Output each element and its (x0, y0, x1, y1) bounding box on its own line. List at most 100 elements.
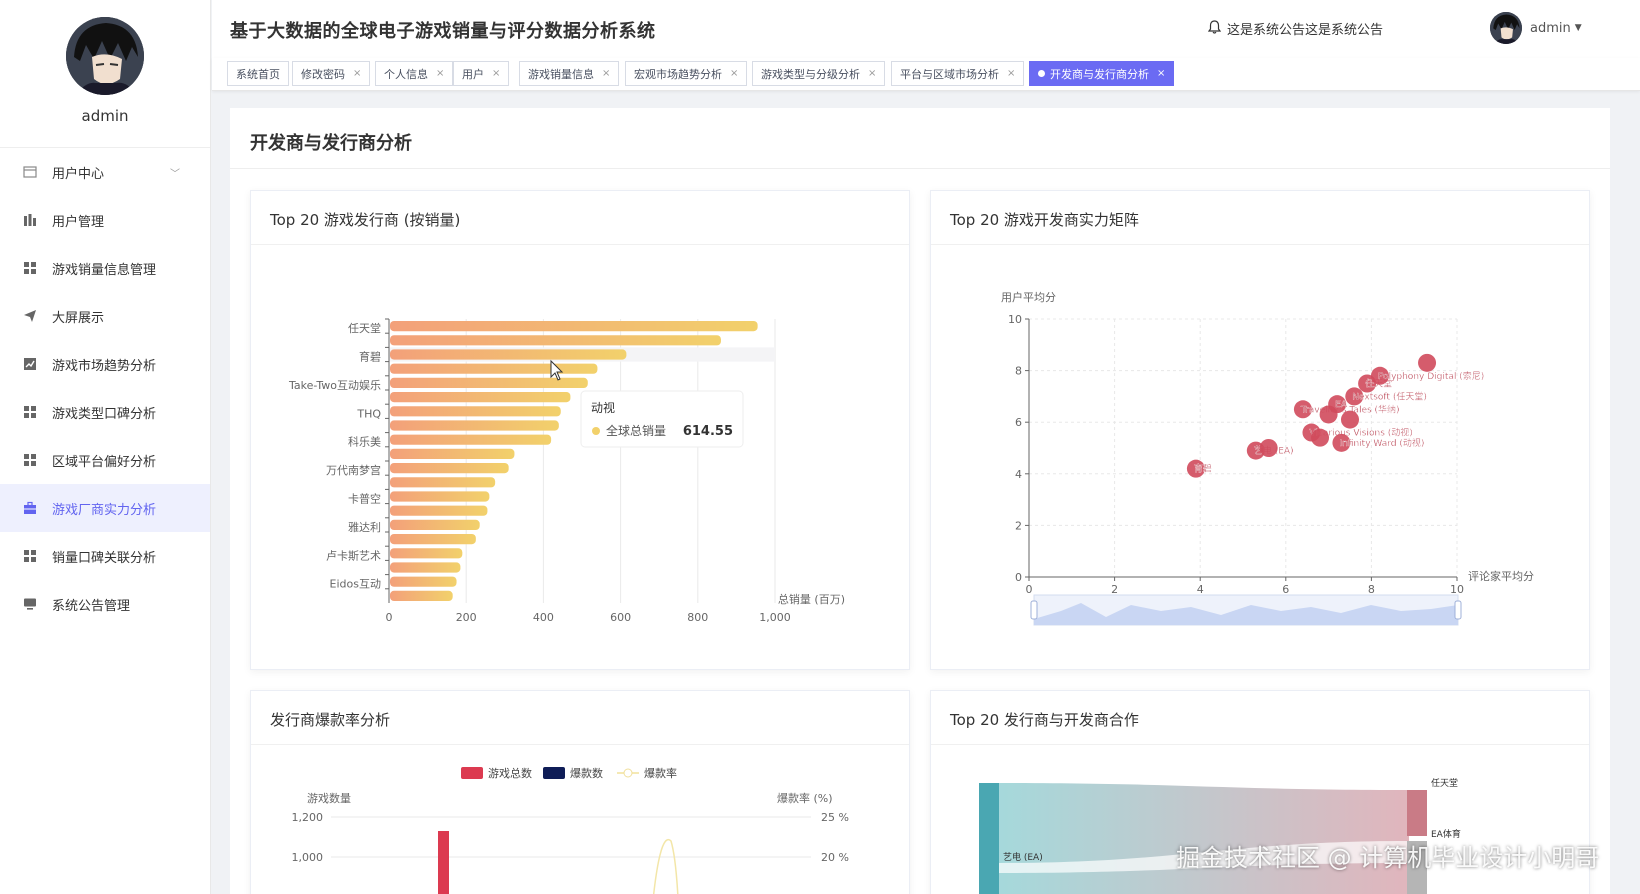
tab-label: 游戏销量信息 (528, 67, 594, 81)
sidebar-item-5[interactable]: 游戏类型口碑分析 (0, 388, 210, 436)
sidebar-item-9[interactable]: 系统公告管理 (0, 580, 210, 628)
y2-axis-label: 爆款率 (%) (777, 791, 833, 805)
tab-4[interactable]: 游戏销量信息 × (519, 61, 620, 86)
sidebar-item-label: 系统公告管理 (52, 598, 131, 614)
profile-panel: admin (0, 0, 210, 148)
x-tick-label: 4 (1197, 583, 1204, 596)
y-tick-label: 1,200 (292, 811, 324, 824)
bar (390, 505, 488, 516)
scatter-point (1341, 410, 1359, 429)
line-series (652, 838, 679, 894)
user-menu[interactable]: admin ▼ (1490, 12, 1582, 44)
point-label: Nextsoft (任天堂) (1352, 390, 1427, 402)
sidebar-item-label: 销量口碑关联分析 (52, 550, 157, 566)
bar (390, 463, 509, 474)
system-title: 基于大数据的全球电子游戏销量与评分数据分析系统 (230, 21, 656, 42)
tab-7[interactable]: 平台与区域市场分析 × (891, 61, 1025, 86)
tooltip-marker (592, 427, 600, 435)
bar (438, 831, 449, 894)
top-header: 基于大数据的全球电子游戏销量与评分数据分析系统 这是系统公告这是系统公告 adm… (212, 0, 1640, 58)
x-tick-label: 6 (1282, 583, 1289, 596)
node-label: 任天堂 (1431, 777, 1458, 789)
tooltip-value: 614.55 (683, 424, 733, 439)
publisher-bar-chart[interactable]: 0 200 400 600 800 1,000 任天堂育碧 Take-Two互动娱乐 THQ 科乐… (251, 191, 911, 671)
developer-matrix-card: Top 20 游戏开发商实力矩阵 0 2 4 6 8 10 0 2 4 6 8 10 用户平均分 评论家平… (930, 190, 1590, 670)
close-icon[interactable]: × (868, 68, 876, 79)
sankey-node (979, 783, 999, 894)
close-icon[interactable]: × (1157, 68, 1165, 79)
y-tick-label: Take-Two互动娱乐 (288, 378, 381, 392)
close-icon[interactable]: × (436, 68, 444, 79)
bar (390, 534, 476, 545)
bar (390, 349, 627, 360)
bar (390, 576, 457, 587)
x-tick-label: 400 (533, 611, 554, 624)
header-username: admin (1530, 20, 1571, 36)
chart-bars-icon (22, 212, 38, 228)
zoom-handle-left (1030, 600, 1038, 620)
point-label: Infinity Ward (动视) (1339, 437, 1424, 449)
main-content: 开发商与发行商分析 Top 20 游戏发行商 (按销量) 0 200 400 600 8… (230, 108, 1610, 894)
tab-1[interactable]: 修改密码 × (292, 61, 371, 86)
close-icon[interactable]: × (492, 68, 500, 79)
sidebar-item-4[interactable]: 游戏市场趋势分析 (0, 340, 210, 388)
scatter-point (1319, 405, 1338, 424)
tab-6[interactable]: 游戏类型与分级分析 × (752, 61, 886, 86)
tab-3[interactable]: 用户 × (453, 61, 510, 86)
grid-icon (22, 260, 38, 276)
x-tick-label: 0 (386, 611, 393, 624)
tab-label: 平台与区域市场分析 (900, 67, 999, 81)
sidebar-item-2[interactable]: 游戏销量信息管理 (0, 244, 210, 292)
tab-0[interactable]: 系统首页 (227, 61, 289, 86)
bar (390, 477, 496, 488)
sidebar-item-label: 游戏厂商实力分析 (52, 502, 157, 518)
sidebar-username: admin (81, 107, 129, 125)
chevron-down-icon[interactable]: ﹀ (170, 165, 180, 180)
close-icon[interactable]: × (602, 68, 610, 79)
scatter-point (1259, 439, 1278, 457)
sidebar-item-8[interactable]: 销量口碑关联分析 (0, 532, 210, 580)
sidebar-menu: 用户中心 ﹀ 用户管理游戏销量信息管理 大屏展示 游戏市场趋势分析 游戏类型口碑分析 区域平… (0, 148, 210, 628)
y-tick-label: 科乐美 (348, 435, 381, 449)
x-tick-label: 1,000 (759, 611, 791, 624)
sidebar-item-label: 用户管理 (52, 214, 105, 230)
legend-swatch (461, 767, 483, 779)
sidebar-item-6[interactable]: 区域平台偏好分析 (0, 436, 210, 484)
tab-2[interactable]: 个人信息 × (375, 61, 454, 86)
point-label: 育碧 (1194, 463, 1212, 475)
bar (390, 392, 571, 403)
y-axis-label: 用户平均分 (1001, 290, 1056, 304)
tab-label: 个人信息 (384, 67, 428, 81)
sidebar-item-7[interactable]: 游戏厂商实力分析 (0, 484, 210, 532)
x-tick-label: 2 (1111, 583, 1118, 596)
tab-bar: 系统首页 修改密码 × 个人信息 × 用户 × 游戏销量信息 × 宏观市场趋势分析 × 游戏类型与分级… (212, 58, 1640, 91)
x-axis-label: 评论家平均分 (1468, 569, 1534, 583)
tab-label: 宏观市场趋势分析 (634, 67, 722, 81)
x-tick-label: 600 (610, 611, 631, 624)
hit-rate-chart[interactable]: 游戏总数 爆款数 爆款率游戏数量 爆款率 (%) 1,200 25 % 1,000 20 % (251, 691, 911, 894)
system-notice[interactable]: 这是系统公告这是系统公告 (1207, 19, 1384, 38)
developer-scatter-chart[interactable]: 02468100246810用户平均分评论家平均分育碧艺电 (EA)Vicari… (931, 191, 1591, 671)
bar (390, 491, 490, 502)
close-icon[interactable]: × (1007, 68, 1015, 79)
publisher-sales-card: Top 20 游戏发行商 (按销量) 0 200 400 600 800 1,000 任天堂… (250, 190, 910, 670)
y2-tick-label: 25 % (821, 811, 849, 824)
close-icon[interactable]: × (730, 68, 738, 79)
avatar-small (1490, 12, 1522, 44)
sankey-node (1407, 790, 1427, 836)
sidebar-group-user-center[interactable]: 用户中心 ﹀ (0, 148, 210, 196)
legend-swatch (543, 767, 565, 779)
sidebar-item-3[interactable]: 大屏展示 (0, 292, 210, 340)
close-icon[interactable]: × (353, 68, 361, 79)
avatar[interactable] (66, 17, 144, 95)
grid-icon (22, 548, 38, 564)
tab-5[interactable]: 宏观市场趋势分析 × (625, 61, 748, 86)
scatter-point (1418, 353, 1437, 372)
tab-8[interactable]: 开发商与发行商分析 × (1029, 61, 1175, 86)
y-tick-label: THQ (356, 407, 381, 420)
sidebar-item-1[interactable]: 用户管理 (0, 196, 210, 244)
zoom-handle-right (1454, 600, 1462, 620)
notice-text: 这是系统公告这是系统公告 (1227, 23, 1384, 38)
y-tick-label: 卡普空 (348, 492, 381, 506)
x-tick-label: 200 (456, 611, 477, 624)
